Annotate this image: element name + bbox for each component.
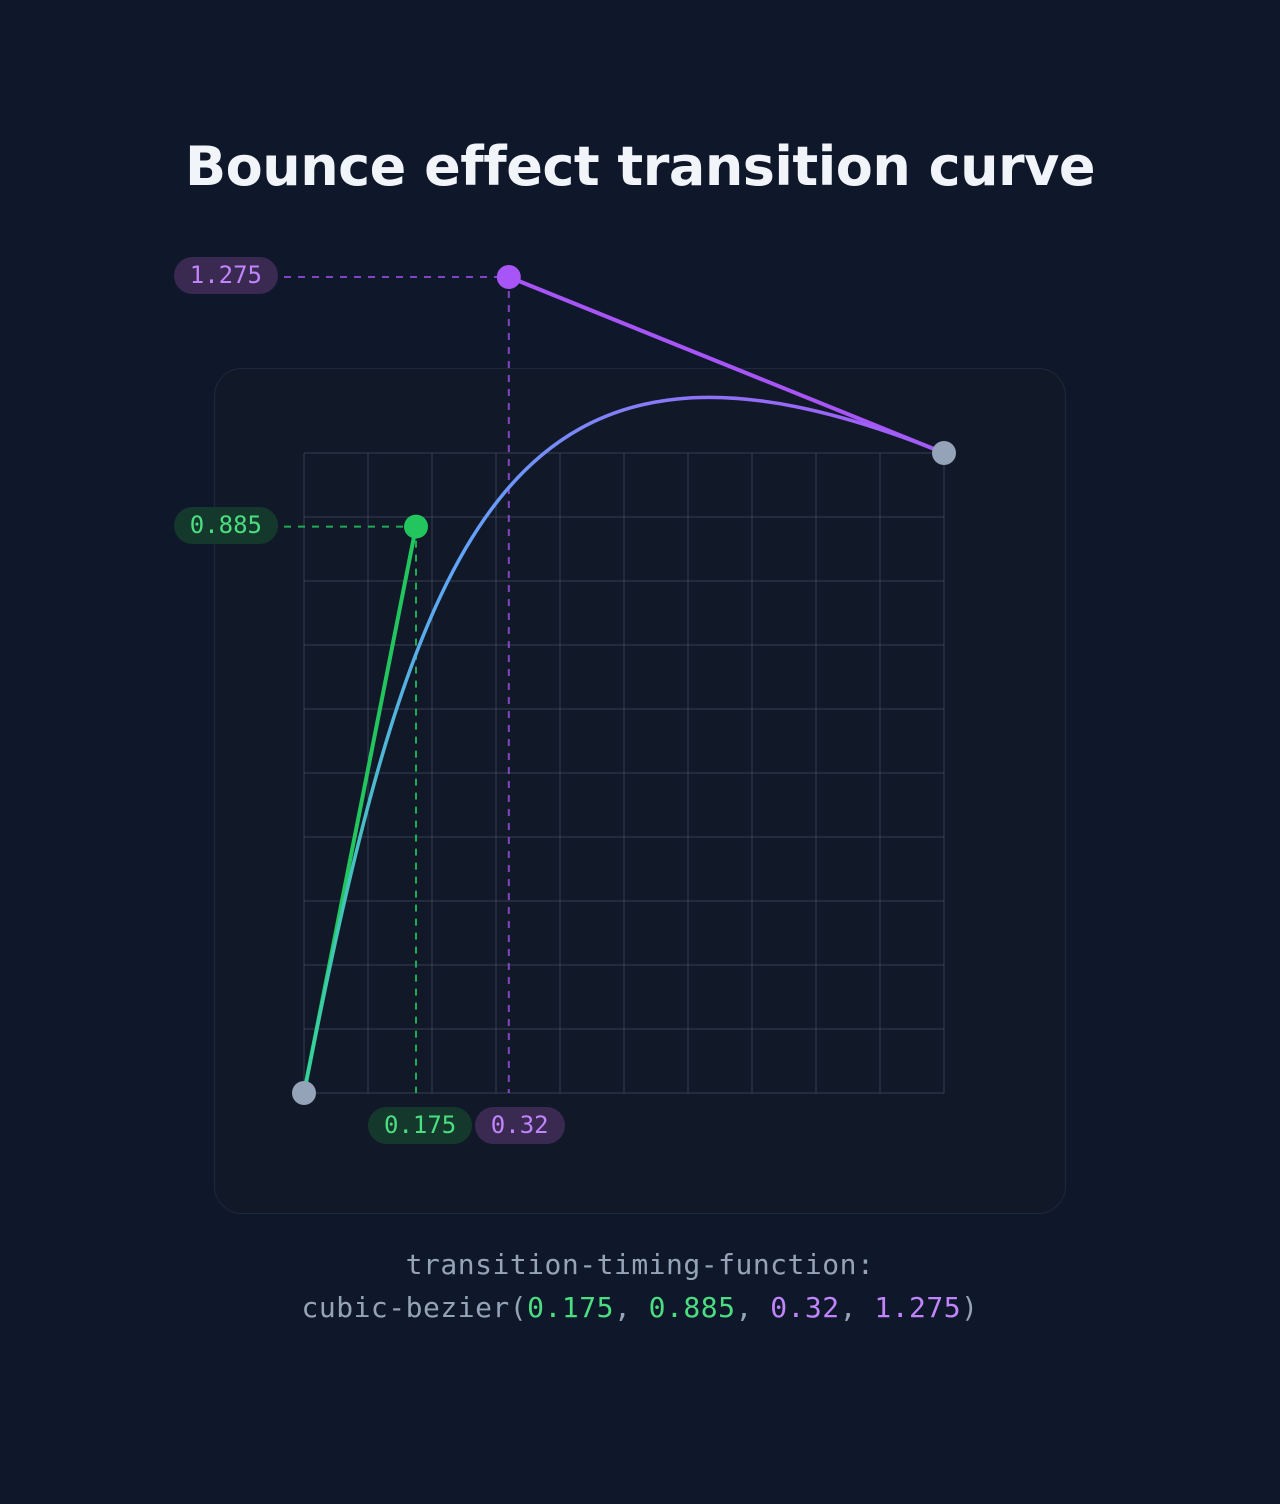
css-sep2: , bbox=[735, 1291, 770, 1324]
css-value: cubic-bezier(0.175, 0.885, 0.32, 1.275) bbox=[302, 1286, 979, 1329]
control-point-2 bbox=[497, 265, 521, 289]
css-fn: cubic-bezier bbox=[302, 1291, 510, 1324]
css-close: ) bbox=[961, 1291, 978, 1324]
endpoint-start bbox=[292, 1081, 316, 1105]
chart-svg-layer bbox=[154, 273, 1126, 1233]
css-sep3: , bbox=[840, 1291, 875, 1324]
css-property: transition-timing-function: bbox=[302, 1243, 979, 1286]
chart-stage: 1.275 0.885 0.175 0.32 bbox=[214, 273, 1066, 1133]
css-v4: 1.275 bbox=[874, 1291, 961, 1324]
chart-guides bbox=[284, 277, 509, 1093]
css-v1: 0.175 bbox=[527, 1291, 614, 1324]
endpoint-end bbox=[932, 441, 956, 465]
css-code: transition-timing-function: cubic-bezier… bbox=[302, 1243, 979, 1330]
css-sep1: , bbox=[614, 1291, 649, 1324]
css-v3: 0.32 bbox=[770, 1291, 839, 1324]
css-open: ( bbox=[510, 1291, 527, 1324]
page-title: Bounce effect transition curve bbox=[185, 135, 1095, 198]
css-v2: 0.885 bbox=[649, 1291, 736, 1324]
control-point-1 bbox=[404, 515, 428, 539]
chart-grid bbox=[304, 453, 944, 1093]
